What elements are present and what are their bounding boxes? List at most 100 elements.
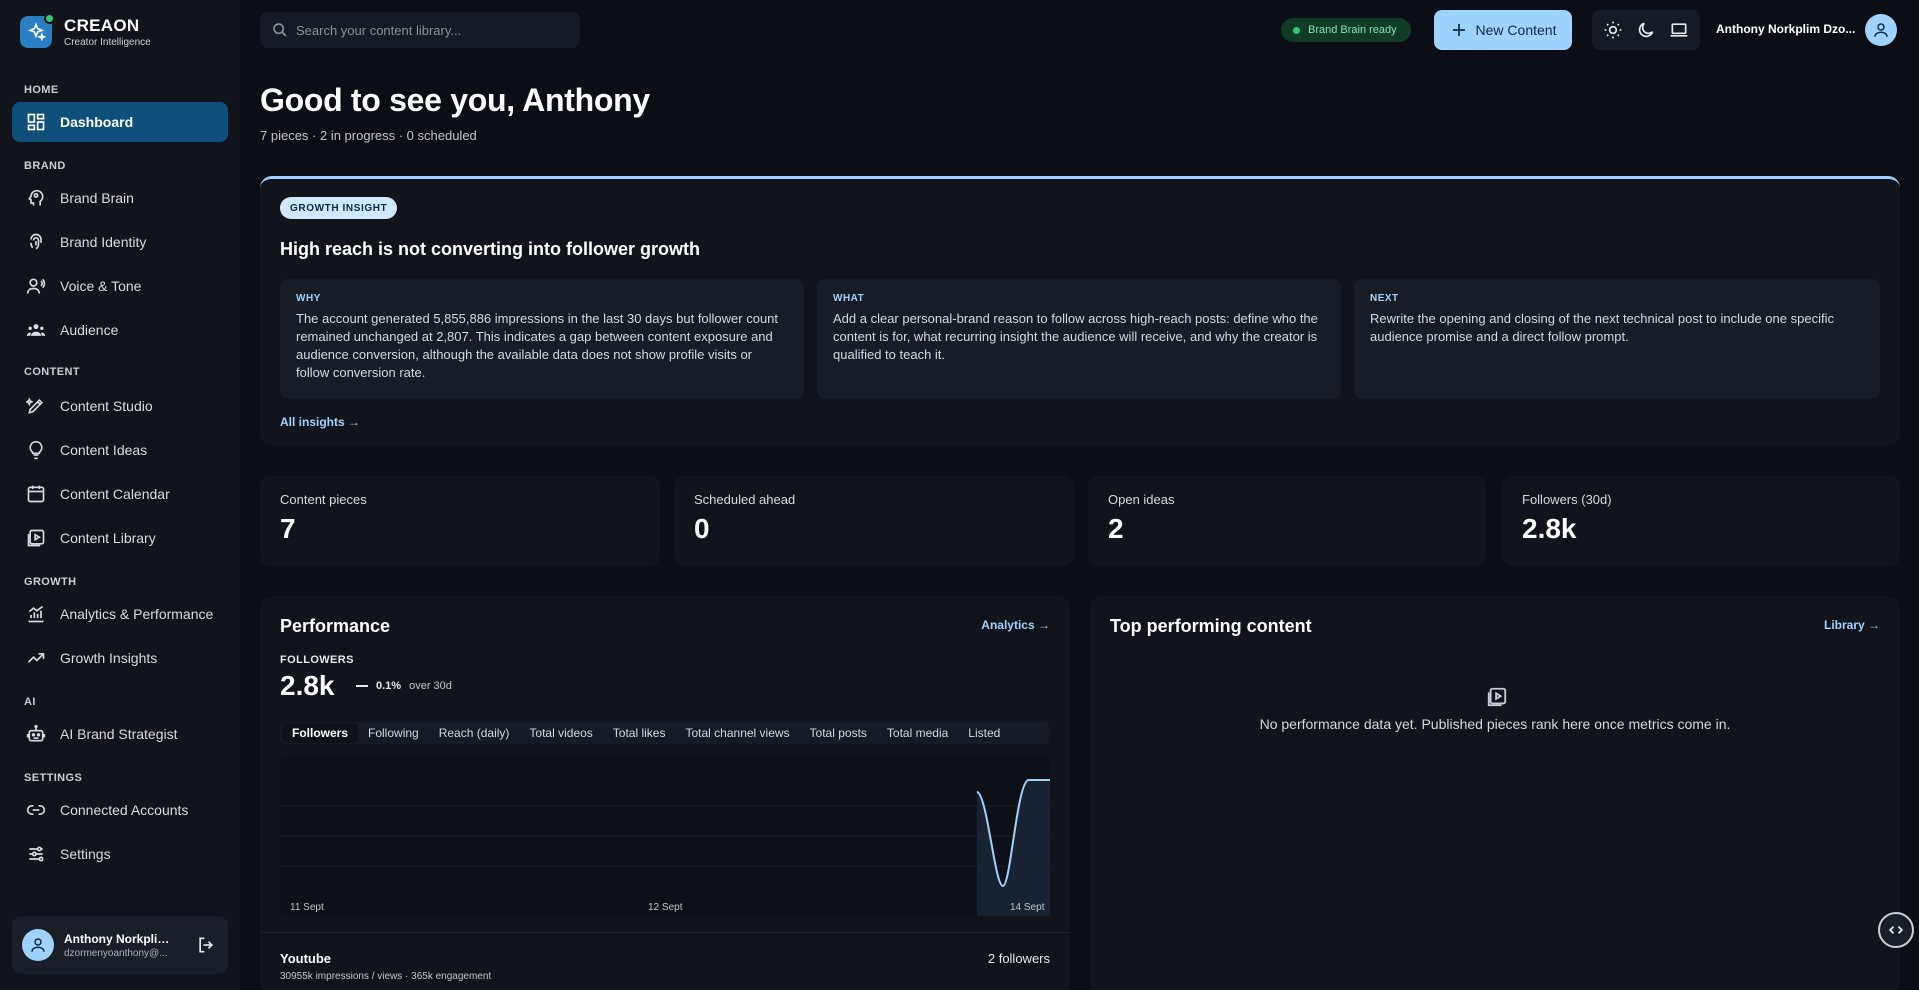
top-user-name[interactable]: Anthony Norkplim Dzo...	[1716, 22, 1855, 36]
new-content-button[interactable]: New Content	[1434, 10, 1572, 50]
status-badge: Brand Brain ready	[1281, 18, 1411, 42]
search-bar[interactable]	[260, 12, 580, 48]
sidebar-item-voice-tone[interactable]: Voice & Tone	[12, 266, 228, 306]
sidebar-item-analytics[interactable]: Analytics & Performance	[12, 594, 228, 634]
section-ai: AI	[24, 696, 36, 708]
insight-why-label: WHY	[296, 293, 321, 304]
metric-value: 2.8k	[280, 670, 335, 701]
sidebar-item-label: Content Calendar	[60, 486, 170, 502]
tab-total-media[interactable]: Total media	[877, 723, 958, 743]
sidebar-item-label: Content Library	[60, 530, 156, 546]
metric-delta: 0.1% over 30d	[356, 680, 452, 692]
sun-icon[interactable]	[1598, 15, 1628, 45]
sidebar-item-content-library[interactable]: Content Library	[12, 518, 228, 558]
sidebar-item-content-calendar[interactable]: Content Calendar	[12, 474, 228, 514]
sidebar-item-label: Voice & Tone	[60, 278, 142, 294]
growth-insight-card: GROWTH INSIGHT High reach is not convert…	[260, 176, 1900, 446]
tab-total-videos[interactable]: Total videos	[519, 723, 602, 743]
new-content-label: New Content	[1475, 22, 1557, 38]
sidebar-item-content-studio[interactable]: Content Studio	[12, 386, 228, 426]
section-growth: GROWTH	[24, 576, 77, 588]
flat-trend-icon	[356, 685, 368, 687]
section-brand: BRAND	[24, 160, 66, 172]
brand[interactable]: CREAON Creator Intelligence	[20, 13, 151, 48]
sidebar-item-brand-identity[interactable]: Brand Identity	[12, 222, 228, 262]
search-input[interactable]	[296, 22, 556, 38]
stat-value: 2.8k	[1522, 513, 1577, 544]
analytics-link[interactable]: Analytics →	[981, 618, 1050, 632]
top-performing-card: Top performing content Library → No perf…	[1090, 596, 1900, 990]
sidebar-item-label: Settings	[60, 846, 111, 862]
stat-label: Followers (30d)	[1522, 492, 1612, 507]
sidebar-item-ai-strategist[interactable]: AI Brand Strategist	[12, 714, 228, 754]
logout-icon[interactable]	[194, 933, 218, 957]
x-tick-label: 14 Sept	[1010, 902, 1045, 913]
sidebar-user-card[interactable]: Anthony Norkplim Dzo... dzormenyoanthony…	[12, 916, 228, 974]
all-insights-link[interactable]: All insights →	[280, 415, 360, 429]
insight-next: NEXT Rewrite the opening and closing of …	[1354, 279, 1880, 399]
library-link[interactable]: Library →	[1824, 618, 1880, 632]
insight-next-label: NEXT	[1370, 293, 1399, 304]
channel-name: Youtube	[280, 951, 332, 966]
tab-following[interactable]: Following	[358, 723, 429, 743]
sidebar-item-label: Content Studio	[60, 398, 153, 414]
tab-total-posts[interactable]: Total posts	[800, 723, 877, 743]
code-inspect-icon[interactable]	[1878, 912, 1914, 948]
sidebar-item-label: Growth Insights	[60, 650, 158, 666]
avatar	[22, 929, 54, 961]
audience-icon	[26, 324, 46, 336]
voice-icon	[26, 278, 46, 294]
stat-content-pieces: Content pieces 7	[260, 476, 660, 566]
x-tick-label: 11 Sept	[290, 902, 324, 913]
channel-row[interactable]: Youtube 30955k impressions / views · 365…	[260, 932, 1070, 990]
tab-followers[interactable]: Followers	[282, 723, 359, 743]
tab-listed[interactable]: Listed	[958, 723, 1010, 743]
stat-label: Scheduled ahead	[694, 492, 796, 507]
sidebar-item-connected-accounts[interactable]: Connected Accounts	[12, 790, 228, 830]
channel-followers: 2 followers	[987, 951, 1050, 966]
calendar-icon	[27, 485, 45, 503]
fingerprint-icon	[30, 233, 42, 250]
analytics-icon	[28, 605, 44, 623]
sidebar: CREAON Creator Intelligence HOME Dashboa…	[0, 0, 240, 990]
video-library-icon	[1486, 686, 1508, 713]
page-title: Good to see you, Anthony	[260, 82, 650, 118]
insight-why: WHY The account generated 5,855,886 impr…	[280, 279, 804, 399]
stat-open-ideas: Open ideas 2	[1088, 476, 1486, 566]
top-performing-title: Top performing content	[1110, 616, 1312, 636]
followers-chart	[280, 756, 1050, 916]
brain-head-icon	[28, 189, 44, 206]
stat-value: 0	[694, 513, 710, 544]
insight-why-text: The account generated 5,855,886 impressi…	[296, 311, 779, 380]
sidebar-item-label: Connected Accounts	[60, 802, 189, 818]
insight-next-text: Rewrite the opening and closing of the n…	[1370, 311, 1834, 344]
video-library-icon	[27, 529, 45, 547]
performance-card: Performance Analytics → FOLLOWERS 2.8k 0…	[260, 596, 1070, 990]
sidebar-item-audience[interactable]: Audience	[12, 310, 228, 350]
tab-total-channel-views[interactable]: Total channel views	[675, 723, 799, 743]
sidebar-item-label: Content Ideas	[60, 442, 148, 458]
sidebar-item-content-ideas[interactable]: Content Ideas	[12, 430, 228, 470]
tab-total-likes[interactable]: Total likes	[603, 723, 676, 743]
insight-title: High reach is not converting into follow…	[280, 239, 701, 259]
brand-tagline: Creator Intelligence	[64, 37, 151, 48]
stat-label: Open ideas	[1108, 492, 1175, 507]
stat-label: Content pieces	[280, 492, 367, 507]
tab-reach-daily[interactable]: Reach (daily)	[429, 723, 520, 743]
top-avatar[interactable]	[1865, 14, 1897, 46]
laptop-icon[interactable]	[1664, 15, 1694, 45]
sidebar-item-brand-brain[interactable]: Brand Brain	[12, 178, 228, 218]
x-tick-label: 12 Sept	[648, 902, 683, 913]
metric-tabs: Followers Following Reach (daily) Total …	[280, 722, 1050, 744]
section-content: CONTENT	[24, 366, 80, 378]
sidebar-item-dashboard[interactable]: Dashboard	[12, 102, 228, 142]
stat-followers: Followers (30d) 2.8k	[1502, 476, 1900, 566]
sidebar-item-growth-insights[interactable]: Growth Insights	[12, 638, 228, 678]
insight-what-label: WHAT	[833, 293, 865, 304]
link-icon	[26, 805, 46, 815]
theme-switcher	[1592, 10, 1700, 50]
moon-icon[interactable]	[1631, 15, 1661, 45]
section-home: HOME	[24, 84, 59, 96]
sidebar-item-settings[interactable]: Settings	[12, 834, 228, 874]
series-area	[976, 780, 1050, 916]
